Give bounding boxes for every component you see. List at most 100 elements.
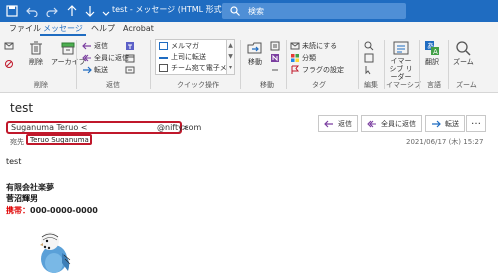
trash-icon	[30, 41, 42, 55]
find-icon[interactable]	[364, 40, 376, 51]
tab-message[interactable]: メッセージ	[40, 23, 86, 36]
reply-icon	[324, 120, 333, 127]
mail-new-icon[interactable]	[4, 40, 16, 51]
arrow-right-icon	[159, 54, 168, 59]
forward-icon	[432, 120, 441, 127]
reply-all-button[interactable]: 全員に返信	[82, 52, 129, 63]
quick-steps-gallery: メルマガ 上司に転送 チーム宛て電子メ ▲ ▼ ▾	[155, 39, 235, 75]
signature-phone: 携帯：000-0000-0000	[6, 205, 98, 216]
tab-acrobat[interactable]: Acrobat	[120, 23, 157, 36]
group-separator	[419, 40, 420, 89]
ribbon: 削除 アーカイブ 削除 返信 全員に返信 転送 返信 メルマガ 上司に転送 チー…	[0, 36, 498, 93]
teams-share-icon[interactable]	[125, 40, 137, 51]
team-mail-icon	[159, 63, 168, 72]
select-icon[interactable]	[364, 64, 376, 75]
immersive-reader-button[interactable]: イマーシブ リーダー	[388, 39, 414, 81]
more-respond-icon[interactable]	[125, 64, 137, 75]
delete-label: 削除	[29, 58, 43, 66]
group-label-delete: 削除	[34, 81, 48, 89]
translate-button[interactable]: あA 翻訳	[423, 39, 441, 67]
message-actions: 返信 全員に返信 転送	[318, 115, 468, 132]
quick-step-item[interactable]: メルマガ	[156, 40, 234, 51]
delete-button[interactable]: 削除	[27, 39, 45, 67]
immersive-reader-icon	[393, 41, 409, 55]
group-separator	[240, 40, 241, 89]
window-title: test - メッセージ (HTML 形式)	[112, 5, 225, 14]
signature-phone-number: 000-0000-0000	[30, 206, 98, 215]
search-box[interactable]: 検索	[222, 3, 406, 19]
message-date: 2021/06/17 (木) 15:27	[406, 138, 484, 146]
group-label-language: 言語	[427, 81, 441, 89]
envelope-icon	[290, 42, 300, 49]
group-separator	[76, 40, 77, 89]
mark-unread-button[interactable]: 未読にする	[290, 40, 337, 51]
translate-label: 翻訳	[425, 58, 439, 66]
group-label-immersive: イマーシブ	[386, 81, 421, 89]
sender-name: Suganuma Teruo <	[11, 123, 88, 132]
category-icon	[291, 53, 299, 62]
archive-button[interactable]: アーカイブ	[51, 39, 86, 67]
quick-step-item[interactable]: 上司に転送	[156, 51, 234, 62]
quick-steps-scroll[interactable]: ▲ ▼ ▾	[226, 40, 234, 74]
redo-icon[interactable]	[44, 3, 60, 19]
reply-button[interactable]: 返信	[318, 115, 358, 132]
reply-all-icon	[367, 120, 376, 127]
signature-company: 有限会社楽夢	[6, 183, 54, 192]
recipient-chip[interactable]: Teruo Suganuma	[26, 134, 92, 145]
ignore-icon[interactable]	[4, 58, 16, 69]
group-separator	[150, 40, 151, 89]
message-subject: test	[10, 101, 34, 115]
sender-close-bracket: >	[182, 123, 189, 132]
tab-file[interactable]: ファイル	[6, 23, 44, 36]
signature-phone-label: 携帯：	[6, 206, 30, 215]
onenote-icon[interactable]	[270, 52, 282, 63]
reply-icon	[82, 42, 91, 49]
group-label-tags: タグ	[312, 81, 326, 89]
forward-icon	[83, 66, 92, 73]
to-label: 宛先	[10, 138, 24, 146]
reply-button[interactable]: 返信	[82, 40, 108, 51]
message-body: test	[6, 157, 22, 166]
svg-text:A: A	[433, 48, 438, 56]
title-bar: test - メッセージ (HTML 形式) 検索	[0, 0, 498, 22]
actions-icon[interactable]	[270, 64, 282, 75]
categorize-button[interactable]: 分類	[290, 52, 316, 63]
save-icon[interactable]	[4, 3, 20, 19]
move-button[interactable]: 移動	[246, 39, 264, 67]
meeting-icon[interactable]	[125, 52, 137, 63]
search-icon	[230, 6, 240, 16]
group-label-move: 移動	[260, 81, 274, 89]
move-label: 移動	[248, 58, 262, 66]
group-label-edit: 編集	[364, 81, 378, 89]
tab-help[interactable]: ヘルプ	[88, 23, 118, 36]
reply-all-icon	[82, 54, 91, 61]
search-placeholder: 検索	[248, 7, 264, 16]
mail-icon	[159, 41, 168, 50]
rules-icon[interactable]	[270, 40, 282, 51]
zoom-icon	[456, 41, 471, 56]
undo-icon[interactable]	[24, 3, 40, 19]
zoom-label: ズーム	[453, 58, 474, 66]
quick-step-item[interactable]: チーム宛て電子メ	[156, 62, 234, 73]
forward-button[interactable]: 転送	[82, 64, 108, 75]
sender-email: @nifty.com	[157, 123, 202, 132]
group-separator	[448, 40, 449, 89]
related-icon[interactable]	[364, 52, 376, 63]
group-separator	[358, 40, 359, 89]
translate-icon: あA	[425, 41, 439, 56]
down-arrow-icon[interactable]	[82, 3, 98, 19]
more-actions-button[interactable]: …	[466, 115, 486, 132]
sender-field[interactable]: Suganuma Teruo < @nifty.com	[6, 121, 201, 134]
archive-label: アーカイブ	[51, 58, 86, 66]
signature-name: 菅沼輝男	[6, 194, 38, 203]
immersive-reader-label: イマーシブ リーダー	[389, 57, 413, 81]
group-separator	[286, 40, 287, 89]
reply-all-button[interactable]: 全員に返信	[361, 115, 422, 132]
zoom-button[interactable]: ズーム	[453, 39, 474, 67]
group-label-respond: 返信	[106, 81, 120, 89]
follow-up-button[interactable]: フラグの設定	[290, 64, 344, 75]
archive-icon	[61, 42, 75, 55]
group-separator	[384, 40, 385, 89]
up-arrow-icon[interactable]	[64, 3, 80, 19]
forward-button[interactable]: 転送	[425, 115, 465, 132]
